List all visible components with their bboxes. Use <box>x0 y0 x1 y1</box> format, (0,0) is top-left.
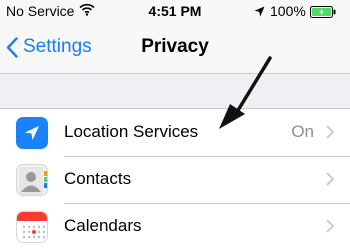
battery-charging-icon <box>310 5 336 21</box>
page-title: Privacy <box>141 36 209 57</box>
calendar-icon <box>16 211 48 243</box>
status-bar: No Service 4:51 PM 100% <box>0 0 350 22</box>
battery-percent: 100% <box>270 3 306 19</box>
list-item-value: On <box>291 122 314 141</box>
privacy-list: Location Services On Contacts Calendars <box>0 108 350 250</box>
list-item-location-services[interactable]: Location Services On <box>0 109 350 156</box>
chevron-right-icon <box>326 172 335 191</box>
chevron-right-icon <box>326 125 335 144</box>
list-item-calendars[interactable]: Calendars <box>0 203 350 250</box>
list-item-label: Calendars <box>64 216 142 235</box>
contacts-icon <box>16 164 48 196</box>
chevron-right-icon <box>326 219 335 238</box>
list-item-label: Contacts <box>64 169 132 188</box>
list-item-label: Location Services <box>64 122 199 141</box>
location-arrow-icon <box>254 4 265 20</box>
list-item-contacts[interactable]: Contacts <box>0 156 350 203</box>
top-bar: No Service 4:51 PM 100% Settings Privacy <box>0 0 350 74</box>
location-arrow-icon <box>16 117 48 149</box>
navigation-bar: Settings Privacy <box>0 22 350 73</box>
